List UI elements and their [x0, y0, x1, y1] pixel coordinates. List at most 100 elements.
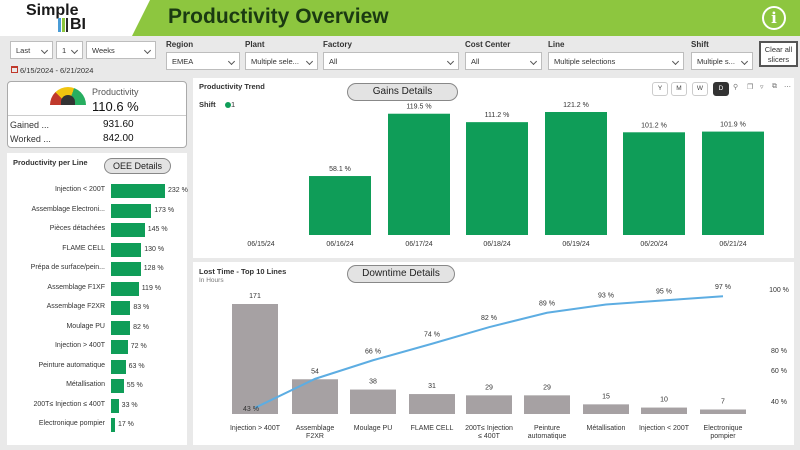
logo: Simple BI — [0, 0, 150, 36]
line-category-label: Métallisation — [66, 381, 105, 388]
gained-label: Gained ... — [10, 120, 50, 130]
logo-text-bi: BI — [70, 16, 86, 33]
lost-time-pareto-chart: 171 Injection > 400T 54 AssemblageF2XR 38 Mou… — [230, 284, 789, 440]
productivity-bar[interactable] — [111, 301, 131, 315]
productivity-line-row[interactable]: Electronique pompier 17 % — [7, 418, 193, 432]
filter-icon[interactable]: ▿ — [760, 83, 764, 91]
lost-time-value-label: 54 — [311, 368, 319, 375]
productivity-bar[interactable] — [111, 418, 115, 432]
productivity-bar[interactable] — [111, 398, 119, 413]
period-count-input[interactable]: 1 — [56, 41, 83, 59]
productivity-kpi-card: Productivity 110.6 % Gained ... 931.60 W… — [7, 81, 187, 148]
line-category-label: Injection > 400T — [54, 342, 105, 349]
productivity-line-row[interactable]: Assemblage Electroni... 173 % — [7, 203, 193, 218]
lost-time-bar[interactable] — [466, 395, 512, 414]
cumulative-percent-label: 89 % — [539, 301, 555, 308]
trend-bar[interactable] — [309, 176, 371, 235]
trend-bar[interactable] — [623, 132, 685, 235]
trend-value-label: 58.1 % — [329, 166, 351, 173]
productivity-bar[interactable] — [111, 320, 131, 335]
productivity-value-label: 130 % — [144, 245, 165, 253]
cost-center-select[interactable]: All — [465, 52, 542, 70]
productivity-line-row[interactable]: FLAME CELL 130 % — [7, 242, 193, 257]
period-mode-select[interactable]: Last — [10, 41, 53, 59]
productivity-bar[interactable] — [111, 340, 128, 354]
lost-time-category-label: Assemblage — [296, 425, 335, 432]
trend-date-label: 06/17/24 — [405, 241, 432, 248]
lost-time-bar[interactable] — [232, 304, 278, 414]
line-category-label: Assemblage Electroni... — [31, 205, 105, 213]
lost-time-value-label: 31 — [428, 383, 436, 390]
productivity-line-row[interactable]: Assemblage F2XR 83 % — [7, 301, 193, 315]
productivity-bar[interactable] — [111, 379, 124, 393]
productivity-value-label: 33 % — [121, 401, 138, 409]
shift-label: Shift — [691, 40, 709, 49]
productivity-line-row[interactable]: Pièces détachées 145 % — [7, 223, 193, 237]
line-category-label: Peinture automatique — [38, 361, 105, 369]
lost-time-value-label: 7 — [721, 398, 725, 405]
lost-time-bar[interactable] — [641, 407, 687, 414]
period-button-y[interactable]: Y — [652, 82, 668, 96]
productivity-bar[interactable] — [111, 184, 165, 198]
more-options-icon[interactable]: ⋯ — [784, 83, 791, 91]
productivity-line-row[interactable]: Injection < 200T 232 % — [7, 184, 193, 198]
line-label: Line — [548, 40, 565, 49]
lost-time-category-label: Métallisation — [587, 425, 626, 432]
productivity-line-row[interactable]: 200T≤ Injection ≤ 400T 33 % — [7, 398, 193, 413]
period-button-w[interactable]: W — [692, 82, 708, 96]
pin-icon[interactable]: ⚲ — [733, 83, 738, 91]
productivity-bar[interactable] — [111, 223, 145, 237]
productivity-bar[interactable] — [111, 359, 126, 374]
lost-time-bar[interactable] — [700, 409, 746, 414]
cumulative-percent-label: 93 % — [598, 292, 614, 299]
lost-time-value-label: 10 — [660, 397, 668, 404]
focus-mode-icon[interactable]: ⧉ — [772, 83, 777, 91]
line-category-label: Electronique pompier — [38, 420, 105, 427]
period-unit-select[interactable]: Weeks — [86, 41, 156, 59]
factory-select[interactable]: All — [323, 52, 459, 70]
trend-date-label: 06/18/24 — [483, 241, 510, 248]
productivity-line-row[interactable]: Assemblage F1XF 119 % — [7, 281, 193, 296]
cumulative-percent-label: 66 % — [365, 348, 381, 355]
calendar-icon — [11, 66, 18, 73]
productivity-value-label: 232 % — [168, 187, 188, 194]
clear-slicers-button[interactable]: Clear all slicers — [759, 41, 798, 67]
lost-time-category-label: automatique — [528, 433, 567, 440]
productivity-bar[interactable] — [111, 242, 142, 257]
copy-icon[interactable]: ❐ — [747, 83, 753, 91]
productivity-line-row[interactable]: Métallisation 55 % — [7, 379, 193, 393]
trend-bar[interactable] — [545, 112, 607, 235]
productivity-line-row[interactable]: Injection > 400T 72 % — [7, 340, 193, 354]
lost-time-bar[interactable] — [409, 394, 455, 414]
productivity-line-row[interactable]: Prépa de surface/pein... 128 % — [7, 262, 193, 276]
trend-bar[interactable] — [466, 122, 528, 235]
trend-value-label: 111.2 % — [485, 112, 510, 119]
trend-bar[interactable] — [702, 131, 764, 235]
lost-time-panel: Lost Time - Top 10 Lines In Hours Downti… — [193, 262, 794, 445]
period-button-m[interactable]: M — [671, 82, 687, 96]
info-icon[interactable]: i — [762, 6, 786, 30]
line-category-label: Injection < 200T — [54, 186, 105, 193]
trend-bar[interactable] — [388, 113, 450, 235]
lost-time-bar[interactable] — [350, 389, 396, 414]
lost-time-category-label: Peinture — [534, 425, 560, 432]
productivity-line-row[interactable]: Moulage PU 82 % — [7, 320, 193, 335]
lost-time-bar[interactable] — [292, 379, 338, 414]
productivity-bar[interactable] — [111, 262, 141, 276]
productivity-bar[interactable] — [111, 203, 152, 218]
worked-label: Worked ... — [10, 134, 51, 144]
plant-label: Plant — [245, 40, 265, 49]
productivity-value-label: 83 % — [133, 304, 150, 311]
productivity-value-label: 72 % — [130, 343, 147, 350]
line-select[interactable]: Multiple selections — [548, 52, 684, 70]
lost-time-bar[interactable] — [583, 404, 629, 414]
period-button-d[interactable]: D — [713, 82, 729, 96]
oee-details-button[interactable]: OEE Details — [104, 158, 171, 174]
shift-select[interactable]: Multiple s... — [691, 52, 753, 70]
lost-time-bar[interactable] — [524, 395, 570, 414]
cumulative-percent-label: 82 % — [481, 315, 497, 322]
productivity-line-row[interactable]: Peinture automatique 63 % — [7, 359, 193, 374]
region-select[interactable]: EMEA — [166, 52, 240, 70]
plant-select[interactable]: Multiple sele... — [245, 52, 318, 70]
productivity-bar[interactable] — [111, 281, 139, 296]
